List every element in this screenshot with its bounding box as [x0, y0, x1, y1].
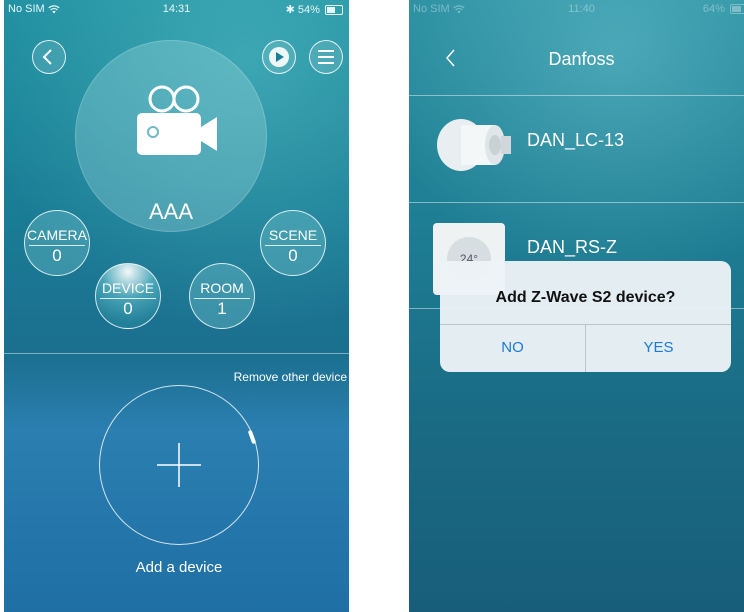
bluetooth-icon: ✱ [285, 4, 295, 16]
radiator-thermostat-icon [437, 119, 511, 171]
status-time: 11:40 [568, 3, 595, 15]
scene-count: 0 [288, 246, 298, 265]
page-title: Danfoss [548, 49, 615, 69]
add-s2-device-dialog: Add Z-Wave S2 device? NO YES [440, 261, 731, 372]
scene-count-button[interactable]: SCENE 0 [260, 210, 326, 276]
device-count: 0 [123, 299, 133, 318]
device-row[interactable]: DAN_LC-13 › [409, 96, 744, 200]
remove-other-device-link[interactable]: Remove other device [234, 370, 347, 384]
room-count: 1 [217, 299, 227, 318]
dialog-no-button[interactable]: NO [440, 325, 585, 372]
video-camera-icon [137, 85, 217, 155]
battery-icon [730, 4, 744, 15]
status-bar: No SIM 11:40 64% [409, 0, 744, 18]
back-chevron-icon [42, 49, 52, 65]
room-count-button[interactable]: ROOM 1 [189, 263, 255, 329]
device-count-button[interactable]: DEVICE 0 [95, 263, 161, 329]
scene-label: SCENE [268, 227, 318, 243]
play-icon [269, 47, 289, 67]
room-label: ROOM [200, 280, 244, 296]
play-button[interactable] [262, 40, 296, 74]
left-phone-screen: No SIM 14:31 ✱ 54% AAA CAMERA 0 SCENE 0 … [4, 0, 349, 612]
add-device-button[interactable] [99, 385, 259, 545]
camera-count-button[interactable]: CAMERA 0 [24, 210, 90, 276]
battery-status: 64% [703, 3, 744, 15]
progress-dot [247, 429, 257, 445]
camera-label: CAMERA [27, 227, 87, 243]
hub-name: AAA [148, 199, 194, 224]
battery-level [732, 6, 741, 13]
menu-button[interactable] [309, 40, 343, 74]
dialog-yes-button[interactable]: YES [586, 325, 731, 372]
status-bar: No SIM 14:31 ✱ 54% [4, 0, 349, 18]
dialog-title: Add Z-Wave S2 device? [495, 289, 676, 306]
device-label: DEVICE [101, 280, 155, 296]
back-button[interactable] [32, 40, 66, 74]
battery-status: ✱ 54% [286, 3, 343, 16]
device-name: DAN_LC-13 [527, 130, 625, 150]
plus-icon [157, 443, 201, 487]
section-divider [4, 353, 349, 354]
add-device-label: Add a device [135, 559, 223, 576]
battery-level [327, 7, 335, 14]
hamburger-menu-icon [318, 50, 334, 64]
device-name: DAN_RS-Z [527, 237, 618, 257]
camera-count: 0 [52, 246, 62, 265]
hub-circle[interactable]: AAA [75, 40, 267, 232]
battery-icon [325, 5, 343, 16]
right-phone-screen: No SIM 11:40 64% Danfoss DAN_LC-13 › [409, 0, 744, 612]
